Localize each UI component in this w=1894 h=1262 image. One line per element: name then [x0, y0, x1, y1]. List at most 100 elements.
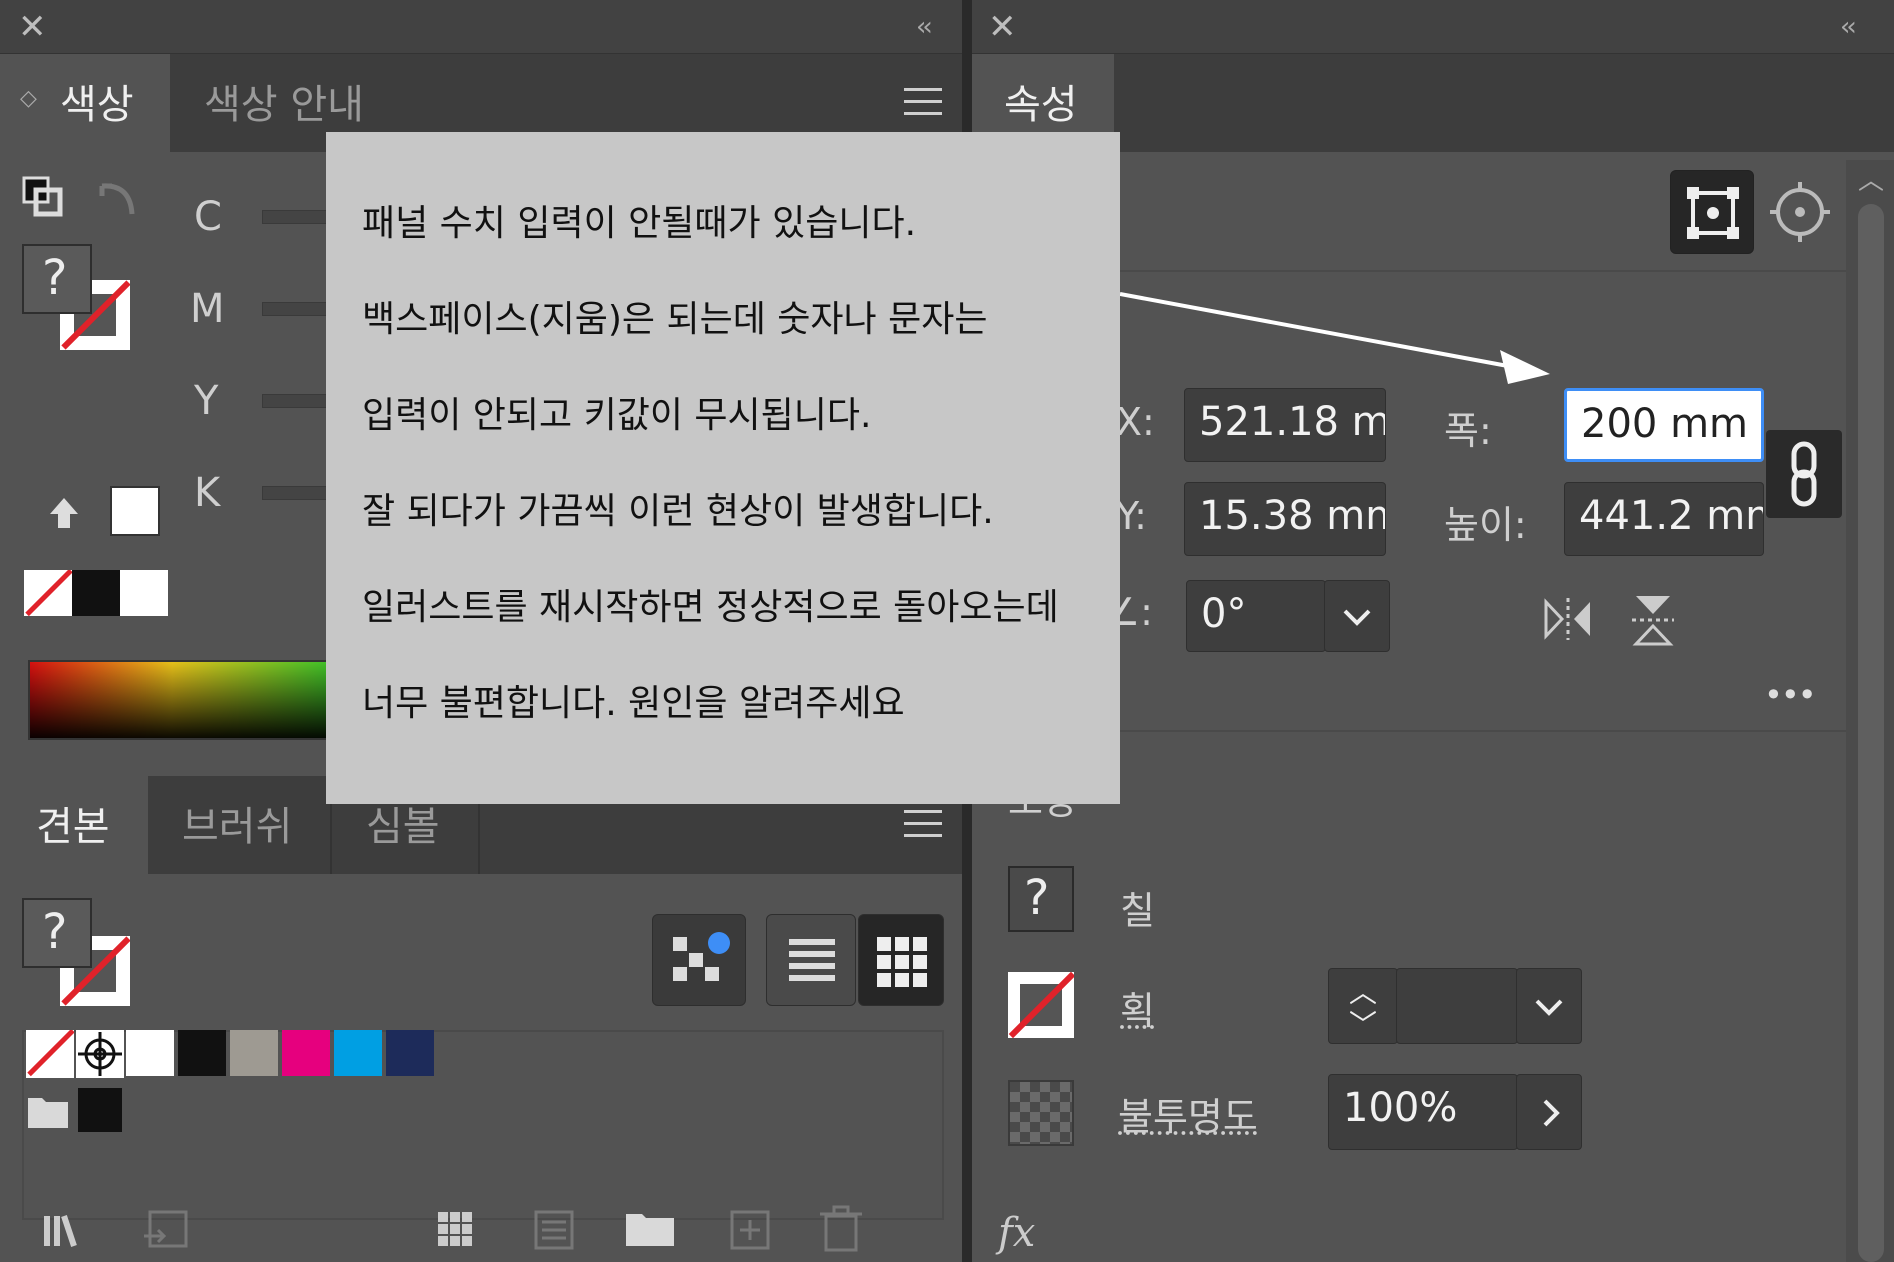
transform-bounding-box-button[interactable] [1670, 170, 1754, 254]
chevron-down-icon[interactable]: ﹀ [1349, 1003, 1377, 1043]
fill-swatch[interactable]: ? [1008, 866, 1074, 932]
constrain-proportions-button[interactable] [1766, 430, 1842, 518]
y-label: Y: [1116, 494, 1147, 538]
width-input[interactable]: 200 mm [1564, 388, 1764, 462]
tab-color[interactable]: ◇ 색상 [0, 54, 170, 152]
list-view-icon [789, 939, 835, 981]
fill-label: 칠 [1120, 889, 1155, 933]
width-label: 폭: [1444, 409, 1492, 453]
y-label: Y [194, 378, 219, 424]
height-input[interactable]: 441.2 mm [1564, 482, 1764, 556]
tab-brushes[interactable]: 브러쉬 [148, 776, 332, 874]
stroke-swatch[interactable] [1008, 972, 1074, 1038]
more-options-icon[interactable]: ••• [1764, 676, 1817, 714]
k-label: K [194, 470, 221, 516]
note-line-4: 잘 되다가 가끔씩 이런 현상이 발생합니다. [362, 491, 994, 532]
color-panel-titlebar: ✕ ‹‹ [0, 0, 968, 54]
note-line-6: 너무 불편합니다. 원인을 알려주세요 [362, 683, 905, 724]
stroke-weight-input[interactable] [1396, 968, 1518, 1044]
delete-swatch-icon[interactable] [818, 1204, 864, 1254]
tab-swatches-label: 견본 [36, 804, 110, 850]
y-slider[interactable] [262, 394, 332, 408]
new-swatch-icon[interactable] [728, 1206, 774, 1254]
swatches-panel: 견본 브러쉬 심볼 ? [0, 776, 968, 1262]
folder-icon[interactable] [26, 1092, 70, 1130]
note-line-2: 백스페이스(지움)은 되는데 숫자나 문자는 [362, 299, 988, 340]
m-label: M [190, 286, 225, 332]
none-color-swatch[interactable] [24, 570, 72, 616]
properties-panel-titlebar: ✕ ‹‹ [972, 0, 1894, 54]
swatch-kinds-icon [673, 932, 730, 981]
tab-swatches[interactable]: 견본 [0, 776, 148, 874]
swatch-options-icon[interactable] [434, 1206, 494, 1254]
opacity-input[interactable]: 100% [1328, 1074, 1518, 1150]
flip-vertical-icon[interactable] [1628, 592, 1678, 648]
scroll-up-icon[interactable]: ︿ [1858, 160, 1884, 197]
collapse-panel-icon[interactable]: ‹‹ [916, 14, 933, 40]
bounding-box-icon [1687, 187, 1739, 239]
opacity-label[interactable]: 불투명도 [1118, 1086, 1258, 1141]
scrollbar-thumb[interactable] [1858, 204, 1884, 1262]
tab-color-label: 색상 [60, 82, 134, 128]
reference-point-button[interactable] [1758, 170, 1842, 254]
height-label: 높이: [1444, 503, 1527, 547]
opacity-slider-toggle[interactable] [1516, 1074, 1582, 1150]
swatch-black[interactable] [178, 1030, 226, 1076]
place-swatches-icon[interactable] [140, 1206, 192, 1254]
color-spectrum[interactable] [28, 660, 348, 740]
swatch-warm-gray[interactable] [230, 1030, 278, 1076]
swatch-none[interactable] [26, 1030, 74, 1078]
close-icon[interactable]: ✕ [988, 10, 1017, 44]
stroke-label[interactable]: 획 [1120, 980, 1155, 1035]
swatch-navy[interactable] [386, 1030, 434, 1076]
unknown-fill-glyph: ? [42, 904, 68, 960]
panel-menu-icon[interactable] [904, 810, 942, 838]
collapse-panel-icon[interactable]: ‹‹ [1840, 14, 1857, 40]
web-safe-swatch[interactable] [110, 486, 160, 536]
c-label: C [194, 194, 222, 240]
swatch-white[interactable] [126, 1030, 174, 1076]
fill-indicator[interactable]: ? [22, 898, 92, 968]
white-swatch[interactable] [120, 570, 168, 616]
swap-fill-stroke-icon[interactable] [94, 176, 140, 220]
annotation-arrow [1120, 292, 1550, 384]
out-of-gamut-icon[interactable] [44, 494, 84, 534]
note-line-1: 패널 수치 입력이 안될때가 있습니다. [362, 203, 917, 244]
stroke-weight-dropdown[interactable] [1516, 968, 1582, 1044]
unknown-fill-glyph: ? [1024, 870, 1050, 926]
c-slider[interactable] [262, 210, 332, 224]
swatch-libraries-icon[interactable] [40, 1208, 102, 1252]
registration-icon [78, 1032, 122, 1076]
swatch-options-list-icon[interactable] [532, 1206, 578, 1254]
swatch-group-black[interactable] [78, 1088, 122, 1132]
fill-indicator[interactable]: ? [22, 244, 92, 314]
chevron-down-icon [1343, 609, 1371, 626]
opacity-swatch [1008, 1080, 1074, 1146]
y-input[interactable]: 15.38 mm [1184, 482, 1386, 556]
swatch-magenta[interactable] [282, 1030, 330, 1076]
stroke-weight-stepper[interactable]: ︿ ﹀ [1328, 968, 1398, 1044]
swatch-registration[interactable] [76, 1030, 124, 1078]
default-fill-stroke-icon[interactable] [22, 176, 66, 220]
question-note-overlay: 패널 수치 입력이 안될때가 있습니다. 백스페이스(지움)은 되는데 숫자나 … [326, 132, 1120, 804]
black-swatch[interactable] [72, 570, 120, 616]
swatch-cyan[interactable] [334, 1030, 382, 1076]
x-label: X: [1116, 400, 1155, 444]
flip-horizontal-icon[interactable] [1540, 594, 1596, 644]
grid-view-button[interactable] [858, 914, 944, 1006]
new-color-group-icon[interactable] [624, 1206, 676, 1250]
list-view-button[interactable] [766, 914, 856, 1006]
angle-dropdown[interactable] [1324, 580, 1390, 652]
grid-view-icon [877, 937, 927, 987]
chevron-right-icon [1543, 1099, 1560, 1127]
angle-input[interactable]: 0° [1186, 580, 1326, 652]
fx-icon[interactable]: fx [998, 1210, 1035, 1256]
close-icon[interactable]: ✕ [18, 10, 47, 44]
tab-color-guide-label: 색상 안내 [204, 82, 364, 128]
panel-menu-icon[interactable] [904, 88, 942, 116]
m-slider[interactable] [262, 302, 332, 316]
show-swatch-kinds-button[interactable] [652, 914, 746, 1006]
scrollbar-track[interactable]: ︿ [1846, 160, 1894, 1262]
chevron-down-icon [1535, 999, 1563, 1016]
k-slider[interactable] [262, 486, 332, 500]
